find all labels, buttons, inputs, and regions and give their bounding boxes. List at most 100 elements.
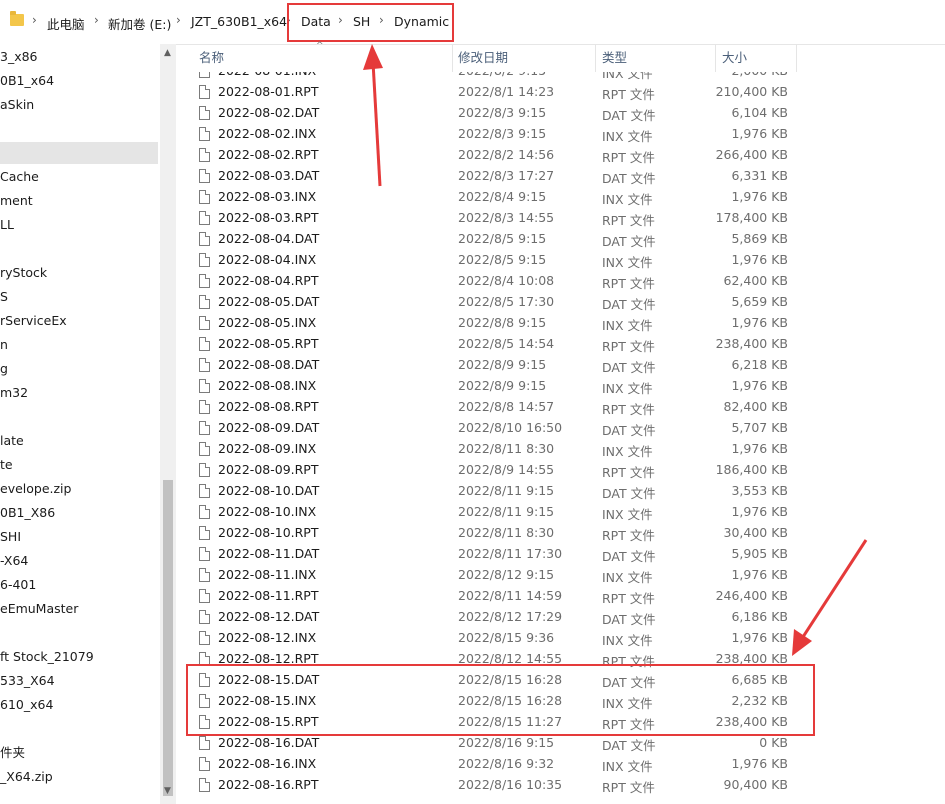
file-name: 2022-08-03.DAT (218, 168, 320, 183)
nav-item[interactable] (0, 406, 158, 428)
nav-item[interactable] (0, 718, 158, 740)
column-divider[interactable] (715, 44, 716, 72)
nav-item[interactable] (0, 622, 158, 644)
nav-item[interactable]: 0B1_x64 (0, 70, 158, 92)
file-date: 2022/8/12 9:15 (458, 567, 555, 582)
file-row[interactable]: 2022-08-04.RPT 2022/8/4 10:08 RPT 文件 62,400… (190, 271, 800, 292)
file-icon (199, 106, 210, 120)
scroll-up-icon[interactable]: ▲ (164, 48, 171, 58)
file-icon (199, 421, 210, 435)
nav-item[interactable]: ft Stock_21079 (0, 646, 158, 668)
chevron-right-icon[interactable]: › (32, 13, 37, 27)
scroll-down-icon[interactable]: ▼ (164, 786, 171, 796)
nav-item[interactable] (0, 238, 158, 260)
nav-item[interactable]: m32 (0, 382, 158, 404)
column-header-name[interactable]: 名称 (199, 44, 224, 72)
column-divider[interactable] (595, 44, 596, 72)
nav-item[interactable]: 0B1_X86 (0, 502, 158, 524)
chevron-right-icon[interactable]: › (176, 13, 181, 27)
file-type: INX 文件 (602, 633, 653, 648)
column-header-size[interactable]: 大小 (722, 44, 747, 72)
scrollbar-thumb[interactable] (163, 480, 173, 796)
file-row[interactable]: 2022-08-05.DAT 2022/8/5 17:30 DAT 文件 5,659 … (190, 292, 800, 313)
nav-item[interactable]: -X64 (0, 550, 158, 572)
file-row[interactable]: 2022-08-08.INX 2022/8/9 9:15 INX 文件 1,976 K… (190, 376, 800, 397)
file-row[interactable]: 2022-08-16.DAT 2022/8/16 9:15 DAT 文件 0 KB (190, 733, 800, 754)
file-name: 2022-08-11.DAT (218, 546, 320, 561)
file-row[interactable]: 2022-08-11.INX 2022/8/12 9:15 INX 文件 1,976 … (190, 565, 800, 586)
nav-item[interactable]: 610_x64 (0, 694, 158, 716)
nav-scrollbar[interactable]: ▲ ▼ (160, 44, 176, 804)
file-row[interactable]: 2022-08-01.INX 2022/8/2 9:15 INX 文件 2,000 K… (190, 72, 800, 82)
file-row[interactable]: 2022-08-10.DAT 2022/8/11 9:15 DAT 文件 3,553 … (190, 481, 800, 502)
nav-item[interactable]: 3_x86 (0, 46, 158, 68)
file-row[interactable]: 2022-08-05.RPT 2022/8/5 14:54 RPT 文件 238,40… (190, 334, 800, 355)
nav-item[interactable]: n (0, 334, 158, 356)
nav-item[interactable]: te (0, 454, 158, 476)
file-row[interactable]: 2022-08-02.RPT 2022/8/2 14:56 RPT 文件 266,40… (190, 145, 800, 166)
file-row[interactable]: 2022-08-10.INX 2022/8/11 9:15 INX 文件 1,976 … (190, 502, 800, 523)
nav-item[interactable]: eEmuMaster (0, 598, 158, 620)
nav-item[interactable]: rServiceEx (0, 310, 158, 332)
column-divider[interactable] (796, 44, 797, 72)
file-row[interactable]: 2022-08-02.INX 2022/8/3 9:15 INX 文件 1,976 K… (190, 124, 800, 145)
nav-item[interactable]: _X64.zip (0, 766, 158, 788)
file-row[interactable]: 2022-08-12.DAT 2022/8/12 17:29 DAT 文件 6,186… (190, 607, 800, 628)
file-row[interactable]: 2022-08-03.DAT 2022/8/3 17:27 DAT 文件 6,331 … (190, 166, 800, 187)
nav-item[interactable]: late (0, 430, 158, 452)
nav-item[interactable] (0, 118, 158, 140)
column-header-date[interactable]: 修改日期 (458, 44, 508, 72)
file-row[interactable]: 2022-08-01.RPT 2022/8/1 14:23 RPT 文件 210,40… (190, 82, 800, 103)
file-row[interactable]: 2022-08-09.DAT 2022/8/10 16:50 DAT 文件 5,707… (190, 418, 800, 439)
nav-item[interactable]: 533_X64 (0, 670, 158, 692)
file-name: 2022-08-05.INX (218, 315, 317, 330)
nav-item[interactable]: 件夹 (0, 742, 158, 764)
file-row[interactable]: 2022-08-04.DAT 2022/8/5 9:15 DAT 文件 5,869 K… (190, 229, 800, 250)
file-row[interactable]: 2022-08-05.INX 2022/8/8 9:15 INX 文件 1,976 K… (190, 313, 800, 334)
file-row[interactable]: 2022-08-02.DAT 2022/8/3 9:15 DAT 文件 6,104 K… (190, 103, 800, 124)
file-row[interactable]: 2022-08-04.INX 2022/8/5 9:15 INX 文件 1,976 K… (190, 250, 800, 271)
file-row[interactable]: 2022-08-03.RPT 2022/8/3 14:55 RPT 文件 178,40… (190, 208, 800, 229)
file-row[interactable]: 2022-08-08.DAT 2022/8/9 9:15 DAT 文件 6,218 K… (190, 355, 800, 376)
nav-item[interactable]: Cache (0, 166, 158, 188)
file-row[interactable]: 2022-08-08.RPT 2022/8/8 14:57 RPT 文件 82,400… (190, 397, 800, 418)
file-row[interactable]: 2022-08-03.INX 2022/8/4 9:15 INX 文件 1,976 K… (190, 187, 800, 208)
column-divider[interactable] (452, 44, 453, 72)
breadcrumb-jzt[interactable]: JZT_630B1_x64 (191, 14, 287, 29)
breadcrumb-this-pc[interactable]: 此电脑 (47, 14, 85, 33)
breadcrumb-drive-e[interactable]: 新加卷 (E:) (108, 14, 171, 33)
file-icon (199, 148, 210, 162)
nav-item[interactable]: SHI (0, 526, 158, 548)
file-row[interactable]: 2022-08-16.INX 2022/8/16 9:32 INX 文件 1,976 … (190, 754, 800, 775)
file-row[interactable]: 2022-08-11.DAT 2022/8/11 17:30 DAT 文件 5,905… (190, 544, 800, 565)
file-icon (199, 211, 210, 225)
column-header-type[interactable]: 类型 (602, 44, 627, 72)
file-row[interactable]: 2022-08-11.RPT 2022/8/11 14:59 RPT 文件 246,4… (190, 586, 800, 607)
navigation-pane[interactable]: 3_x86 0B1_x64 aSkin Cache ment LL ryStock SrSer… (0, 44, 160, 804)
nav-item[interactable]: 6-401 (0, 574, 158, 596)
file-type: DAT 文件 (602, 297, 656, 312)
file-size: 1,976 KB (731, 441, 788, 456)
file-type: DAT 文件 (602, 486, 656, 501)
file-icon (199, 610, 210, 624)
nav-item[interactable]: ment (0, 190, 158, 212)
nav-item[interactable]: evelope.zip (0, 478, 158, 500)
nav-item[interactable]: ryStock (0, 262, 158, 284)
address-bar[interactable]: › 此电脑 › 新加卷 (E:) › JZT_630B1_x64 › Data … (0, 0, 945, 45)
file-size: 246,400 KB (715, 588, 788, 603)
file-type: DAT 文件 (602, 549, 656, 564)
file-type: INX 文件 (602, 570, 653, 585)
nav-item[interactable]: LL (0, 214, 158, 236)
nav-item[interactable]: aSkin (0, 94, 158, 116)
file-row[interactable]: 2022-08-12.INX 2022/8/15 9:36 INX 文件 1,976 … (190, 628, 800, 649)
nav-item[interactable]: g (0, 358, 158, 380)
file-row[interactable]: 2022-08-09.INX 2022/8/11 8:30 INX 文件 1,976 … (190, 439, 800, 460)
nav-item[interactable]: S (0, 286, 158, 308)
chevron-right-icon[interactable]: › (94, 13, 99, 27)
file-row[interactable]: 2022-08-10.RPT 2022/8/11 8:30 RPT 文件 30,400… (190, 523, 800, 544)
nav-item[interactable] (0, 142, 158, 164)
file-row[interactable]: 2022-08-16.RPT 2022/8/16 10:35 RPT 文件 90,40… (190, 775, 800, 796)
file-name: 2022-08-16.INX (218, 756, 317, 771)
file-row[interactable]: 2022-08-09.RPT 2022/8/9 14:55 RPT 文件 186,40… (190, 460, 800, 481)
file-icon (199, 274, 210, 288)
